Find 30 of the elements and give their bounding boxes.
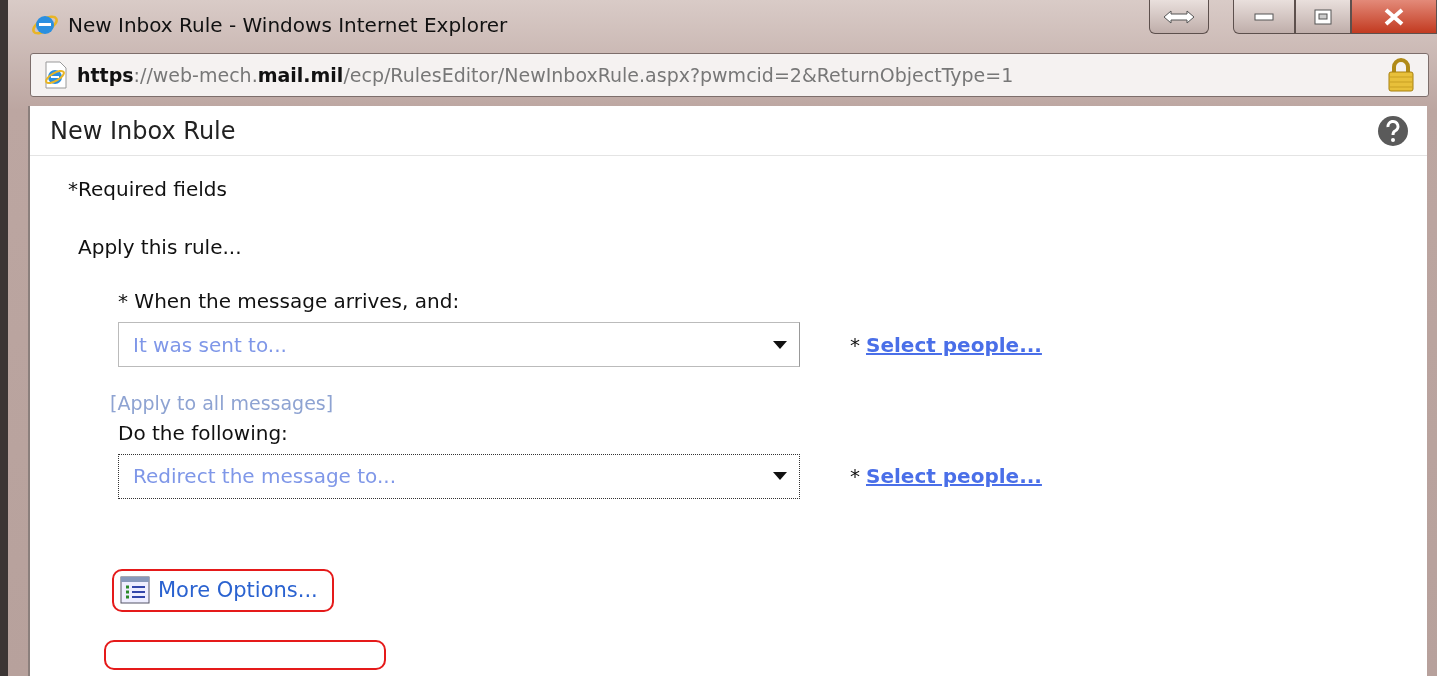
section-heading: Apply this rule... — [78, 234, 242, 262]
close-button[interactable] — [1351, 0, 1437, 34]
apply-all-link[interactable]: [Apply to all messages] — [110, 389, 334, 418]
required-mark: * — [850, 463, 860, 491]
address-bar[interactable]: https://web-mech.mail.mil/ecp/RulesEditor/NewInboxRule.aspx?pwmcid=2&ReturnObjectType=1 — [30, 53, 1429, 98]
close-icon — [1383, 7, 1405, 26]
dropdown[interactable]: It was sent to... — [118, 322, 800, 368]
maximize-icon — [1314, 8, 1332, 25]
required-mark: * — [850, 331, 860, 359]
select-people-link[interactable]: Select people... — [866, 329, 1042, 360]
dialog-title: New Inbox Rule — [50, 115, 236, 147]
window-title: New Inbox Rule - Windows Internet Explorer — [68, 11, 508, 39]
resize-button[interactable] — [1149, 0, 1209, 34]
required-note: *Required fields — [68, 176, 227, 204]
list-icon — [120, 576, 150, 605]
lock-icon — [1386, 58, 1416, 93]
dropdown[interactable]: Redirect the message to... — [118, 453, 800, 499]
caret-icon — [773, 472, 787, 481]
field-label: * When the message arrives, and: — [118, 288, 460, 316]
url-text: https://web-mech.mail.mil/ecp/RulesEditor/NewInboxRule.aspx?pwmcid=2&ReturnObjectType=1 — [77, 63, 1015, 89]
double-arrow-icon — [1162, 8, 1196, 25]
field-label: Do the following: — [118, 419, 288, 447]
maximize-button[interactable] — [1295, 0, 1351, 34]
select-people-link[interactable]: Select people... — [866, 461, 1042, 492]
minimize-button[interactable] — [1233, 0, 1295, 34]
more-options-button[interactable]: More Options... — [112, 568, 334, 613]
page-icon — [43, 61, 69, 90]
minimize-icon — [1254, 12, 1274, 21]
caret-icon — [773, 340, 787, 349]
help-icon[interactable] — [1377, 114, 1409, 147]
